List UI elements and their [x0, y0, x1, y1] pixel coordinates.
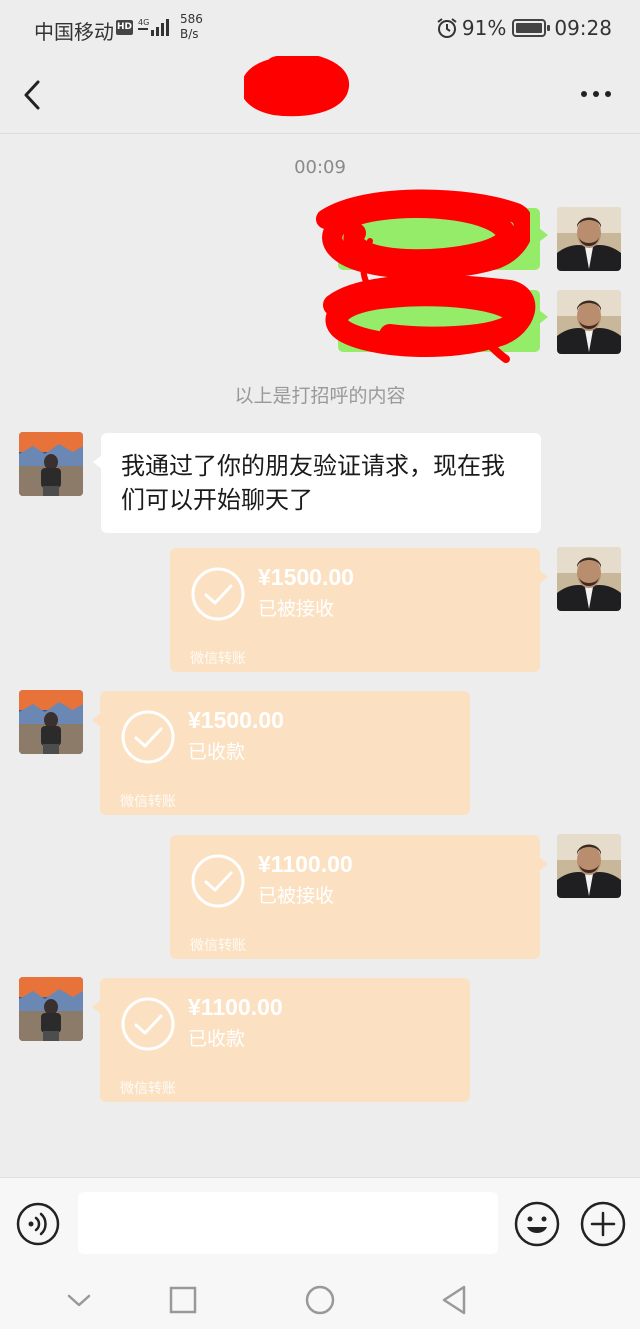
outgoing-message-bubble[interactable]: [338, 208, 548, 270]
friend-avatar[interactable]: [19, 690, 83, 754]
chat-message-list[interactable]: 00:09 以上是打招呼的内容 我通过了你的朋友验证请求，现在我们可以开始聊天了…: [0, 135, 640, 1177]
transfer-footer: 微信转账: [120, 1081, 176, 1097]
transfer-amount: ¥1100.00: [188, 994, 283, 1020]
check-circle-icon: [121, 997, 175, 1051]
network-type: 4G: [138, 18, 149, 27]
transfer-status: 已被接收: [258, 598, 335, 620]
nav-chevron-down-icon[interactable]: [62, 1283, 96, 1317]
transfer-footer: 微信转账: [120, 794, 176, 810]
friend-avatar[interactable]: [19, 977, 83, 1041]
emoji-icon[interactable]: [514, 1201, 560, 1247]
check-circle-icon: [191, 854, 245, 908]
nav-home-icon[interactable]: [303, 1283, 337, 1317]
nav-recents-icon[interactable]: [166, 1283, 200, 1317]
more-dots-icon[interactable]: [580, 84, 612, 104]
self-avatar[interactable]: [557, 547, 621, 611]
chevron-left-icon[interactable]: [18, 78, 48, 112]
transfer-card[interactable]: ¥1500.00 已收款 微信转账: [92, 691, 470, 815]
self-avatar[interactable]: [557, 290, 621, 354]
system-notice: 以上是打招呼的内容: [234, 385, 406, 407]
network-speed: 586 B/s: [180, 12, 203, 42]
network-speed-value: 586: [180, 12, 203, 26]
transfer-status: 已收款: [188, 741, 246, 763]
plus-icon[interactable]: [580, 1201, 626, 1247]
check-circle-icon: [191, 567, 245, 621]
network-speed-unit: B/s: [180, 27, 199, 41]
signal-icon: 4G: [138, 18, 169, 36]
nav-back-icon[interactable]: [438, 1283, 472, 1317]
message-input[interactable]: [78, 1192, 498, 1254]
transfer-status: 已收款: [188, 1028, 246, 1050]
transfer-footer: 微信转账: [190, 938, 246, 954]
chat-header: [0, 56, 640, 134]
self-avatar[interactable]: [557, 834, 621, 898]
incoming-message-text: 我通过了你的朋友验证请求，现在我们可以开始聊天了: [121, 452, 505, 514]
transfer-card[interactable]: ¥1100.00 已被接收 微信转账: [170, 835, 548, 959]
battery-percent: 91%: [461, 16, 507, 40]
transfer-amount: ¥1500.00: [258, 564, 354, 590]
status-bar: 中国移动 HD 4G 586 B/s 91% 09:28: [0, 0, 640, 56]
transfer-amount: ¥1500.00: [188, 707, 284, 733]
self-avatar[interactable]: [557, 207, 621, 271]
alarm-icon: [437, 18, 457, 38]
title-redaction-scribble: [244, 56, 349, 117]
battery-icon: [512, 19, 551, 37]
outgoing-message-bubble[interactable]: [338, 290, 548, 352]
carrier-name: 中国移动: [34, 20, 114, 44]
system-navigation-bar: [0, 1269, 640, 1329]
friend-avatar[interactable]: [19, 432, 83, 496]
transfer-amount: ¥1100.00: [258, 851, 353, 877]
transfer-card[interactable]: ¥1100.00 已收款 微信转账: [92, 978, 470, 1102]
transfer-status: 已被接收: [258, 885, 335, 907]
voice-icon[interactable]: [16, 1202, 60, 1246]
message-input-bar: [0, 1177, 640, 1269]
transfer-card[interactable]: ¥1500.00 已被接收 微信转账: [170, 548, 548, 672]
status-time: 09:28: [554, 16, 612, 40]
check-circle-icon: [121, 710, 175, 764]
hd-badge: HD: [116, 20, 133, 35]
incoming-message-bubble[interactable]: 我通过了你的朋友验证请求，现在我们可以开始聊天了: [93, 433, 541, 533]
message-timestamp: 00:09: [294, 157, 346, 178]
transfer-footer: 微信转账: [190, 651, 246, 667]
